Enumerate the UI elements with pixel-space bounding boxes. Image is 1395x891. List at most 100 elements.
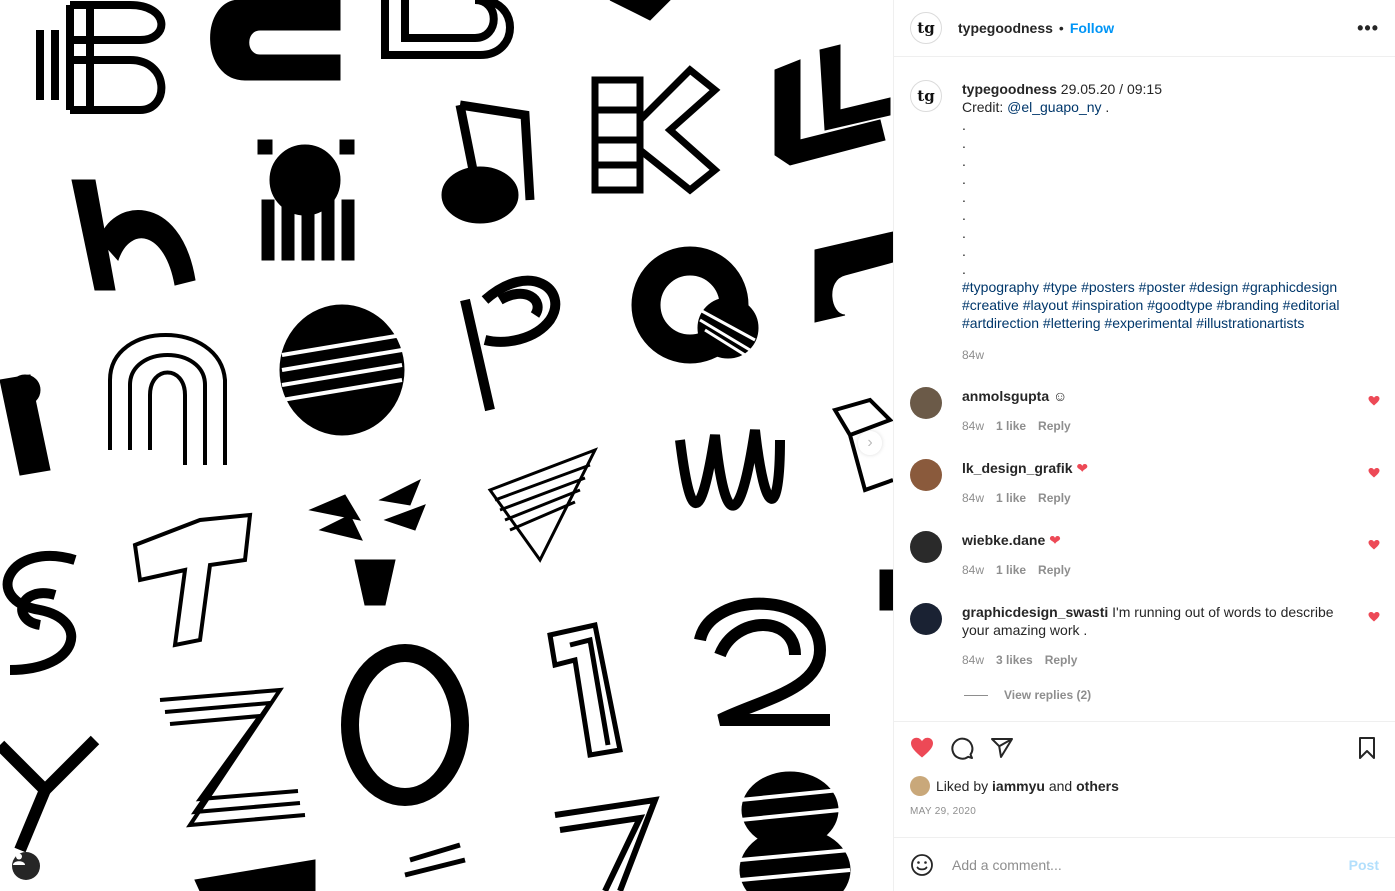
action-bar (894, 722, 1395, 774)
comment-username[interactable]: graphicdesign_swasti (962, 604, 1108, 620)
avatar[interactable]: tg (910, 80, 942, 112)
comment-meta: 84w 1 like Reply (962, 489, 1352, 507)
comment-time[interactable]: 84w (962, 417, 984, 435)
emoji-smiley-icon[interactable] (910, 853, 934, 877)
glyph-k (591, 65, 721, 195)
comment-likes[interactable]: 3 likes (996, 651, 1033, 669)
more-options-icon[interactable]: ••• (1357, 18, 1379, 39)
liker-username[interactable]: iammyu (992, 778, 1045, 794)
glyph-u (308, 478, 426, 606)
comment-meta: 84w 1 like Reply (962, 561, 1352, 579)
caption-username[interactable]: typegoodness (962, 81, 1057, 97)
liked-by: Liked by iammyu and others (894, 774, 1395, 798)
glyph-y (0, 735, 100, 853)
hashtags-line[interactable]: #typography #type #posters #poster #desi… (962, 278, 1339, 296)
reply-button[interactable]: Reply (1045, 651, 1078, 669)
glyph-q (631, 246, 759, 364)
comment-likes[interactable]: 1 like (996, 417, 1026, 435)
comment-username[interactable]: anmolsgupta (962, 388, 1049, 404)
next-image-button[interactable]: › (858, 431, 882, 455)
tagged-users-icon[interactable] (12, 852, 40, 880)
comment-body: anmolsgupta ☺ 84w 1 like Reply (962, 387, 1352, 435)
glyph-s (2, 550, 77, 675)
glyph-z (159, 687, 306, 828)
bookmark-save-icon[interactable] (1355, 736, 1379, 760)
replies-divider (964, 694, 988, 696)
post-actions: Liked by iammyu and others MAY 29, 2020 (894, 721, 1395, 817)
comment-text: ❤ (1049, 532, 1061, 548)
comment: wiebke.dane ❤ 84w 1 like Reply (910, 531, 1380, 579)
liked-others-link[interactable]: others (1076, 778, 1119, 794)
comment-likes[interactable]: 1 like (996, 561, 1026, 579)
comment: lk_design_grafik ❤ 84w 1 like Reply (910, 459, 1380, 507)
post-comment-button[interactable]: Post (1349, 857, 1379, 873)
caption-time[interactable]: 84w (962, 346, 1339, 364)
hashtags-line[interactable]: #artdirection #lettering #experimental #… (962, 314, 1339, 332)
comment-body: lk_design_grafik ❤ 84w 1 like Reply (962, 459, 1352, 507)
glyph-two (694, 597, 830, 726)
view-replies-button[interactable]: View replies (2) (964, 688, 1091, 702)
comment-time[interactable]: 84w (962, 489, 984, 507)
post-modal: › tg typegoodness • Follow ••• tg typego… (0, 0, 1395, 891)
glyph-ribbon (487, 447, 599, 563)
comment-body: graphicdesign_swasti I'm running out of … (962, 603, 1352, 669)
avatar-text: tg (917, 19, 935, 37)
glyph-m (675, 429, 785, 511)
comment-heart-icon[interactable] (1368, 395, 1380, 407)
glyph-p (460, 275, 561, 412)
follow-button[interactable]: Follow (1070, 20, 1114, 36)
liker-avatar[interactable] (910, 776, 930, 796)
comment-heart-icon[interactable] (1368, 611, 1380, 623)
typography-artwork (0, 0, 893, 891)
comment-heart-icon[interactable] (1368, 467, 1380, 479)
dot-line: . (962, 243, 966, 259)
credit-handle-link[interactable]: @el_guapo_ny (1007, 99, 1101, 115)
commenter-avatar[interactable] (910, 603, 942, 635)
comment-input[interactable] (950, 855, 1349, 874)
liked-prefix: Liked by (936, 778, 989, 794)
like-heart-icon[interactable] (910, 736, 934, 760)
glyph-o (279, 304, 405, 436)
comment-username[interactable]: wiebke.dane (962, 532, 1045, 548)
commenter-avatar[interactable] (910, 387, 942, 419)
post-date[interactable]: MAY 29, 2020 (894, 806, 1395, 817)
comment: anmolsgupta ☺ 84w 1 like Reply (910, 387, 1380, 435)
comment-username[interactable]: lk_design_grafik (962, 460, 1073, 476)
caption-text: 29.05.20 / 09:15 (1060, 81, 1162, 97)
comment-heart-icon[interactable] (1368, 539, 1380, 551)
reply-button[interactable]: Reply (1038, 561, 1071, 579)
dot-line: . (962, 261, 966, 277)
post-image[interactable]: › (0, 0, 893, 891)
comment-body: wiebke.dane ❤ 84w 1 like Reply (962, 531, 1352, 579)
glyph-b (36, 1, 166, 114)
header-username[interactable]: typegoodness (958, 20, 1053, 36)
comment-text: ❤ (1076, 460, 1089, 476)
comment-bubble-icon[interactable] (950, 736, 974, 760)
glyph-zero (341, 644, 469, 806)
glyph-c (210, 0, 341, 81)
add-comment-bar: Post (894, 837, 1395, 891)
dot-line: . (962, 225, 966, 241)
comment-text: ☺ (1053, 388, 1068, 404)
glyph-n (108, 333, 227, 465)
glyph-l (774, 44, 891, 166)
hashtags-line[interactable]: #creative #layout #inspiration #goodtype… (962, 296, 1339, 314)
caption: tg typegoodness 29.05.20 / 09:15 Credit:… (910, 80, 1380, 364)
comment-time[interactable]: 84w (962, 561, 984, 579)
separator-dot: • (1058, 20, 1064, 36)
dot-line: . (962, 171, 966, 187)
share-send-icon[interactable] (990, 736, 1014, 760)
comment-time[interactable]: 84w (962, 651, 984, 669)
caption-body: typegoodness 29.05.20 / 09:15 Credit: @e… (962, 80, 1339, 364)
glyph-seven (554, 796, 660, 891)
reply-button[interactable]: Reply (1038, 489, 1071, 507)
comment: graphicdesign_swasti I'm running out of … (910, 603, 1380, 669)
commenter-avatar[interactable] (910, 531, 942, 563)
reply-button[interactable]: Reply (1038, 417, 1071, 435)
commenter-avatar[interactable] (910, 459, 942, 491)
comment-meta: 84w 1 like Reply (962, 417, 1352, 435)
avatar[interactable]: tg (910, 12, 942, 44)
post-header: tg typegoodness • Follow ••• (894, 0, 1395, 57)
comment-likes[interactable]: 1 like (996, 489, 1026, 507)
glyph-grid (257, 139, 355, 261)
